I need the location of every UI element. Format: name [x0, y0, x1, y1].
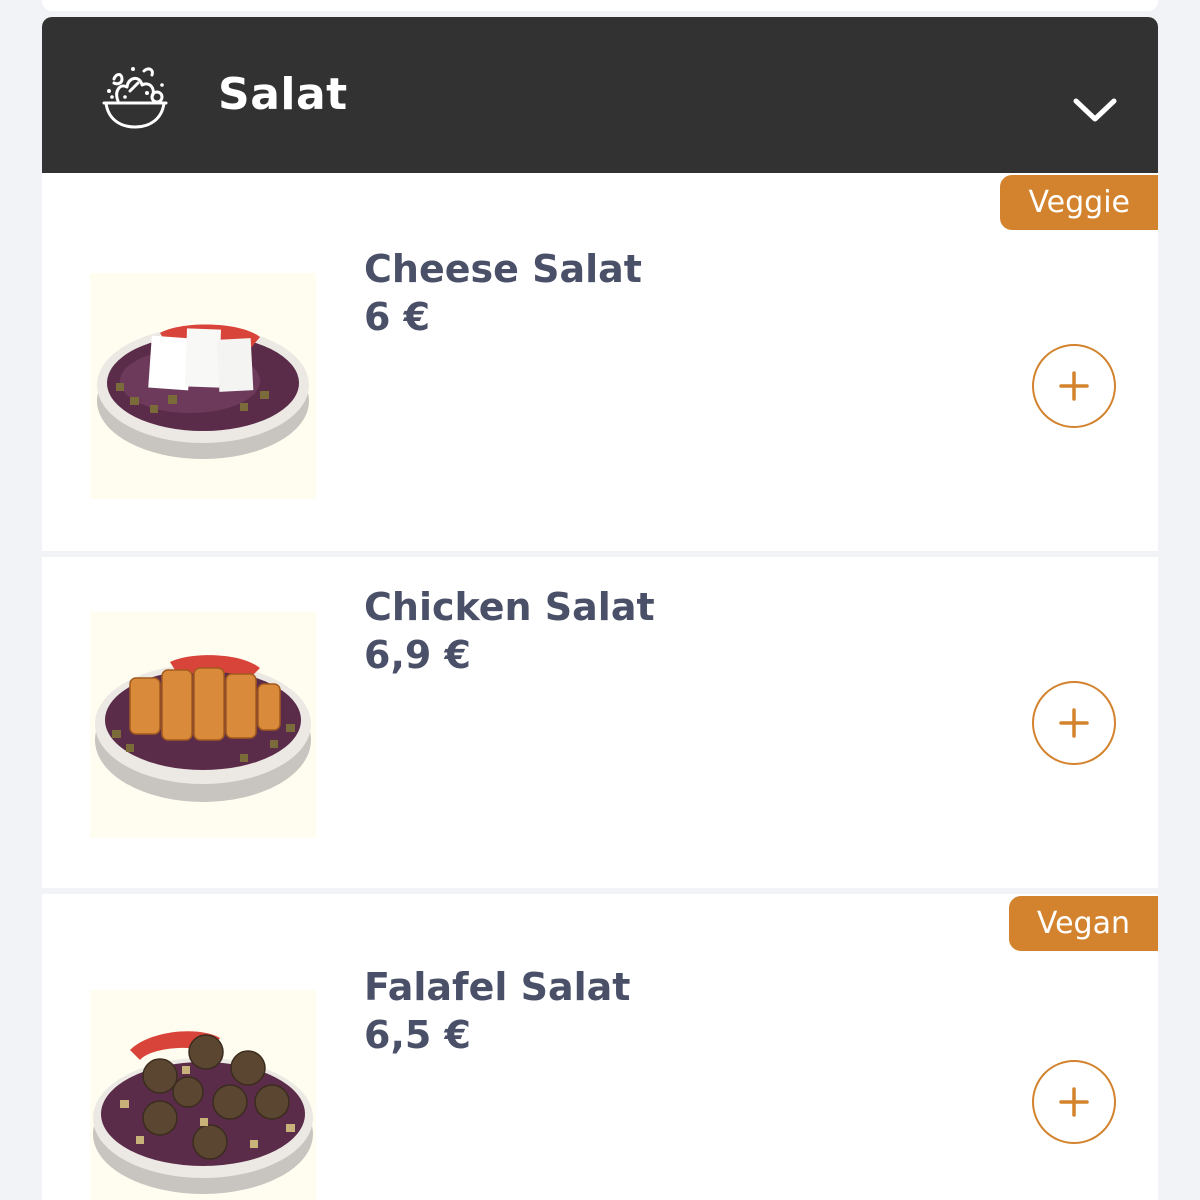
add-to-cart-button[interactable]: [1032, 1060, 1116, 1144]
category-header-salat[interactable]: Salat: [42, 17, 1158, 173]
chicken-salad-image: [90, 612, 316, 838]
plus-icon: [1059, 1087, 1089, 1117]
menu-item-card[interactable]: Veggie Cheese Salat 6 €: [42, 173, 1158, 551]
add-to-cart-button[interactable]: [1032, 344, 1116, 428]
vegan-badge: Vegan: [1008, 896, 1158, 951]
item-name: Chicken Salat: [364, 585, 655, 629]
add-to-cart-button[interactable]: [1032, 681, 1116, 765]
plus-icon: [1059, 708, 1089, 738]
chevron-down-icon[interactable]: [1072, 95, 1118, 125]
previous-category-card: [42, 0, 1158, 11]
salad-bowl-icon: [102, 67, 168, 129]
plus-icon: [1059, 371, 1089, 401]
menu-item-card[interactable]: Chicken Salat 6,9 €: [42, 557, 1158, 888]
category-title: Salat: [218, 69, 348, 120]
falafel-salad-image: [90, 990, 316, 1200]
menu-item-card[interactable]: Vegan Falafel Salat 6,5 €: [42, 894, 1158, 1200]
item-price: 6 €: [364, 295, 431, 339]
cheese-salad-image: [90, 273, 316, 499]
veggie-badge: Veggie: [1000, 175, 1158, 230]
item-price: 6,5 €: [364, 1013, 471, 1057]
item-name: Cheese Salat: [364, 247, 642, 291]
item-price: 6,9 €: [364, 633, 471, 677]
item-name: Falafel Salat: [364, 965, 631, 1009]
